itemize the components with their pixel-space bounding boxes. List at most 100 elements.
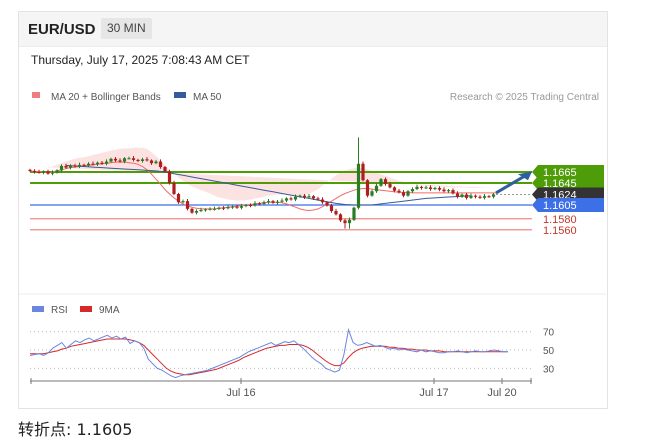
candle	[406, 190, 410, 197]
candle-body	[410, 189, 415, 192]
candle-body	[280, 200, 284, 202]
candle	[352, 206, 356, 221]
rsi-line	[29, 327, 508, 379]
pivot-caption-value: 1.1605	[76, 420, 133, 439]
candle-body	[41, 171, 46, 173]
legend-ma50-label: MA 50	[193, 92, 222, 103]
candle	[190, 207, 194, 214]
candle-body	[230, 206, 235, 208]
candle-body	[397, 190, 401, 193]
candle	[374, 183, 379, 193]
rsi-panel: RSI 9MA 70 50 30	[29, 305, 555, 379]
candle-body	[482, 196, 487, 198]
candle-body	[383, 179, 388, 185]
candle-body	[86, 163, 91, 166]
candle-body	[293, 196, 298, 200]
candle	[482, 194, 487, 200]
candle	[478, 195, 482, 199]
candle	[379, 178, 383, 187]
candle	[167, 169, 172, 185]
candle	[334, 208, 338, 216]
candle-body	[163, 167, 167, 172]
candle-body	[244, 205, 248, 207]
candle-body	[320, 199, 325, 203]
candle-body	[487, 196, 491, 198]
candle	[266, 198, 271, 204]
candle	[275, 200, 280, 205]
candle	[338, 213, 343, 223]
candle	[365, 179, 370, 198]
candle-body	[388, 184, 392, 188]
candle-body	[275, 201, 280, 203]
candle-body	[374, 185, 379, 192]
candle-body	[145, 159, 149, 161]
candle	[487, 195, 491, 198]
candle-body	[95, 162, 100, 165]
candle-body	[50, 172, 55, 174]
candle	[253, 201, 257, 207]
candle	[226, 205, 230, 210]
candle-body	[365, 180, 370, 196]
candle-body	[451, 190, 455, 194]
x-tick-label: Jul 16	[226, 387, 255, 399]
legend-9ma-label: 9MA	[99, 305, 120, 316]
legend-bb-label: MA 20 + Bollinger Bands	[51, 92, 161, 103]
candle-body	[91, 163, 95, 165]
candle-body	[217, 207, 221, 209]
candle-body	[221, 207, 226, 209]
candle-body	[55, 170, 59, 173]
candle	[473, 194, 478, 199]
candle	[460, 193, 464, 198]
candle-body	[59, 165, 64, 171]
level-tag-1.1605: 1.1605	[532, 198, 604, 212]
candle-body	[419, 186, 424, 188]
candle	[491, 192, 496, 199]
candle-body	[289, 198, 293, 200]
rsi-level-label-50: 50	[543, 346, 555, 357]
candle-body	[347, 219, 352, 224]
candle-body	[248, 205, 253, 206]
candle	[271, 200, 275, 204]
candle-body	[307, 196, 311, 198]
candle-body	[455, 193, 460, 197]
legend-ma50-swatch	[174, 92, 186, 98]
candle	[230, 205, 235, 209]
candle-body	[370, 191, 374, 196]
candle	[217, 206, 221, 210]
candle	[469, 193, 473, 199]
candle-body	[77, 164, 82, 167]
candle-body	[109, 158, 113, 162]
candle	[185, 198, 190, 211]
candle	[361, 161, 365, 182]
legend-9ma-swatch	[80, 306, 92, 312]
candle-body	[149, 160, 154, 164]
candle	[194, 209, 199, 215]
candle	[221, 206, 226, 210]
candle	[176, 192, 181, 204]
level-tags-layer: 1.16651.16451.16241.16051.15801.1560	[532, 165, 604, 237]
candle-body	[208, 208, 212, 210]
candle-body	[469, 195, 473, 198]
candle-body	[361, 163, 365, 181]
x-tick-label: Jul 20	[487, 387, 516, 399]
candle-body	[73, 165, 77, 167]
candle	[343, 218, 347, 229]
candle	[401, 190, 406, 198]
candle-body	[235, 206, 239, 208]
candle	[437, 186, 442, 192]
candle-body	[446, 190, 451, 192]
candle	[455, 191, 460, 199]
candle	[356, 137, 361, 210]
candle-body	[199, 209, 203, 212]
candle-body	[167, 171, 172, 183]
candle-body	[64, 165, 68, 168]
x-axis: Jul 16 Jul 17 Jul 20	[30, 378, 532, 399]
candle-body	[473, 195, 478, 197]
legend-bb-swatch	[32, 92, 40, 98]
candle-body	[212, 208, 217, 210]
pivot-caption-label: 转折点:	[18, 420, 72, 439]
candle	[415, 184, 419, 191]
candle-body	[100, 162, 104, 164]
candle-body	[352, 207, 356, 220]
level-tag-1.1605-text: 1.1605	[543, 200, 577, 212]
